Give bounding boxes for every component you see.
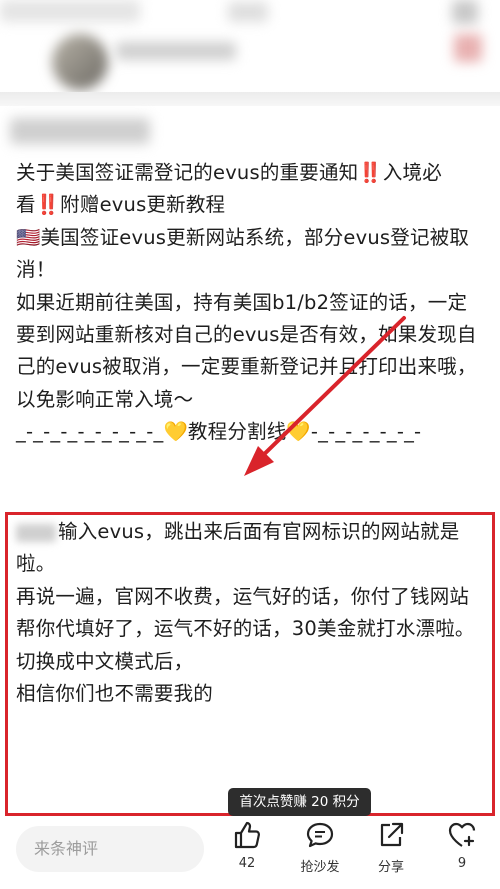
highlight-paragraph-1: 输入evus，跳出来后面有官网标识的网站就是啦。 bbox=[16, 516, 486, 581]
favorite-button[interactable]: 9 bbox=[434, 820, 490, 871]
post-body: 关于美国签证需登记的evus的重要通知‼️入境必看‼️附赠evus更新教程 🇺🇸… bbox=[16, 157, 486, 449]
blurred-top-icon bbox=[452, 0, 478, 24]
post-paragraph: _-_-_-_-_-_-_-_-_💛教程分割线💛-_-_-_-_-_-_- bbox=[16, 420, 422, 444]
author-name[interactable] bbox=[116, 42, 236, 60]
blurred-username bbox=[10, 118, 150, 144]
like-reward-tooltip: 首次点赞赚 20 积分 bbox=[228, 788, 371, 822]
comment-label: 抢沙发 bbox=[300, 860, 340, 875]
heart-plus-icon bbox=[448, 822, 476, 847]
thumbs-up-icon bbox=[234, 821, 260, 849]
comment-input[interactable]: 来条神评 bbox=[16, 826, 204, 872]
bottom-action-bar: 来条神评 42 抢沙发 分享 9 bbox=[0, 816, 500, 889]
follow-button[interactable] bbox=[454, 34, 482, 62]
share-icon bbox=[380, 822, 404, 847]
blurred-status-bar-right bbox=[228, 2, 268, 22]
post-paragraph: 🇺🇸美国签证evus更新网站系统，部分evus登记被取消！ bbox=[16, 225, 470, 282]
header-divider bbox=[0, 92, 500, 106]
highlighted-post-section: 输入evus，跳出来后面有官网标识的网站就是啦。 再说一遍，官网不收费，运气好的… bbox=[16, 516, 486, 710]
author-avatar[interactable] bbox=[52, 34, 108, 90]
share-button[interactable]: 分享 bbox=[363, 820, 419, 875]
highlight-paragraph-2: 再说一遍，官网不收费，运气好的话，你付了钱网站帮你代填好了，运气不好的话，30美… bbox=[16, 584, 475, 641]
share-label: 分享 bbox=[377, 860, 404, 875]
comment-bubble-icon bbox=[306, 822, 334, 848]
post-paragraph: 如果近期前往美国，持有美国b1/b2签证的话，一定要到网站重新核对自己的evus… bbox=[16, 290, 477, 411]
post-header bbox=[0, 0, 500, 144]
comment-button[interactable]: 抢沙发 bbox=[292, 820, 348, 875]
like-button[interactable]: 42 bbox=[219, 820, 275, 871]
favorite-count: 9 bbox=[457, 856, 467, 871]
highlight-text-1a: 输入evus，跳出来后面有官网标识的网站就是啦。 bbox=[16, 520, 460, 576]
like-count: 42 bbox=[238, 856, 256, 871]
blurred-text bbox=[16, 523, 56, 542]
highlight-paragraph-3: 切换成中文模式后， bbox=[16, 649, 194, 673]
highlight-paragraph-4: 相信你们也不需要我的 bbox=[16, 682, 214, 706]
post-paragraph: 关于美国签证需登记的evus的重要通知‼️入境必看‼️附赠evus更新教程 bbox=[16, 161, 442, 217]
blurred-status-bar bbox=[0, 0, 140, 22]
